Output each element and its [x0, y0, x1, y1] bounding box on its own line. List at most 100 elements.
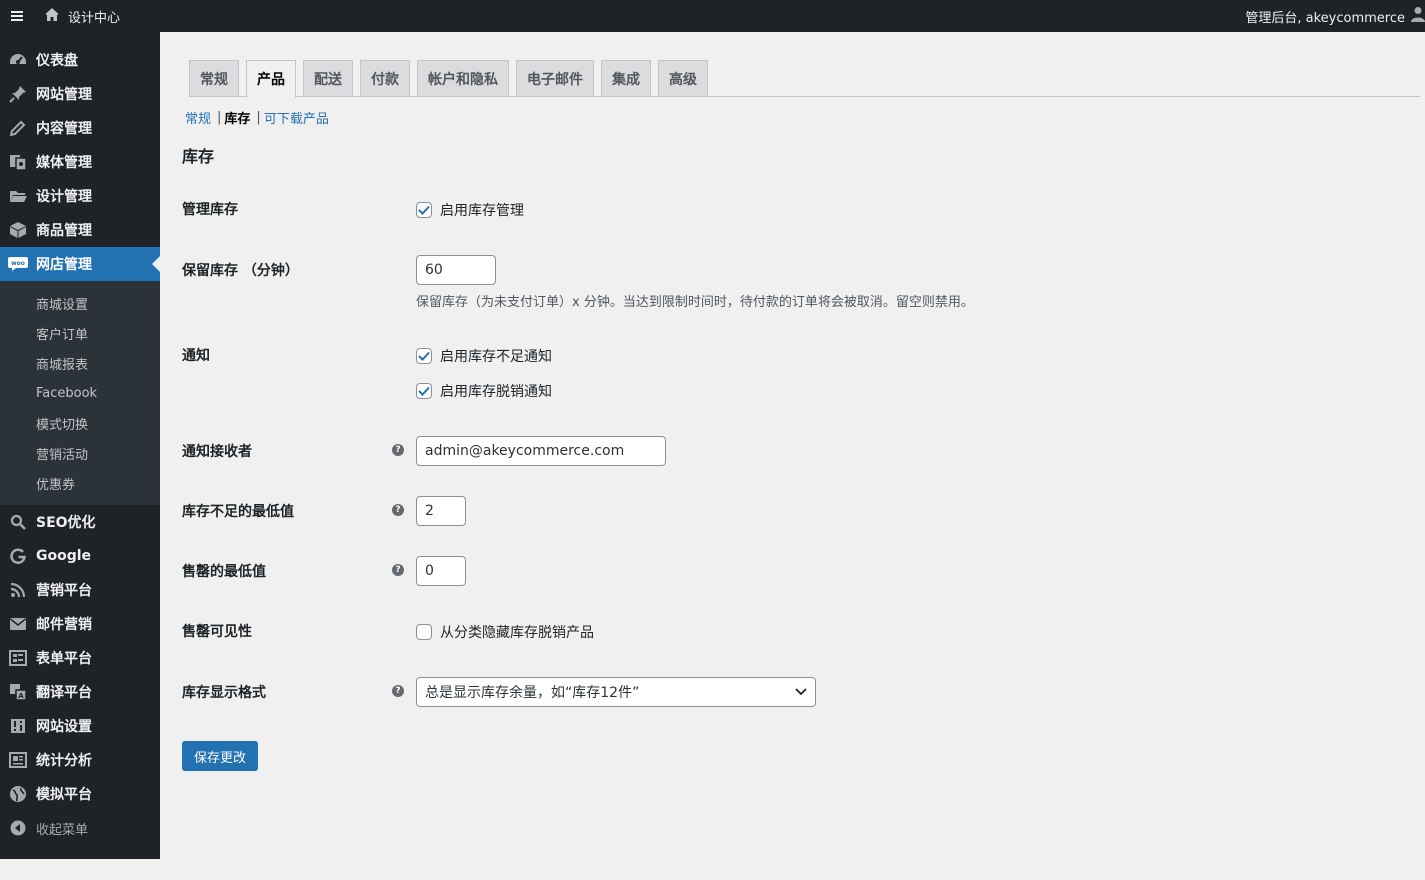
section-subnav: 常规 | 库存 | 可下载产品	[185, 108, 329, 127]
translate-icon: A	[0, 675, 36, 709]
subnav-separator: |	[217, 110, 222, 125]
subnav-general-link[interactable]: 常规	[185, 108, 211, 127]
svg-text:A: A	[18, 692, 24, 700]
sidebar-item-label: 网站设置	[36, 719, 92, 735]
sidebar-item-email-marketing[interactable]: 邮件营销	[0, 607, 160, 641]
checkbox-checked-icon[interactable]	[416, 348, 432, 364]
sidebar-item-label: Google	[36, 548, 92, 564]
sidebar-item-label: 统计分析	[36, 753, 92, 769]
sidebar-item-label: 表单平台	[36, 651, 92, 667]
sidebar-item-label: 内容管理	[36, 121, 92, 137]
out-of-stock-notification-checkbox[interactable]: 启用库存脱销通知	[416, 381, 552, 401]
sidebar-item-dashboard[interactable]: 仪表盘	[0, 43, 160, 77]
site-name: 设计中心	[68, 10, 121, 26]
sidebar-item-site[interactable]: 网站管理	[0, 77, 160, 111]
settings-icon	[0, 709, 36, 743]
help-icon[interactable]: ?	[392, 685, 404, 697]
checkbox-checked-icon[interactable]	[416, 383, 432, 399]
tab-integration[interactable]: 集成	[601, 60, 651, 97]
sidebar-item-analytics[interactable]: 统计分析	[0, 743, 160, 777]
submenu-item-reports[interactable]: 商城报表	[0, 348, 160, 378]
user-icon	[1411, 6, 1425, 26]
sidebar-item-google[interactable]: Google	[0, 539, 160, 573]
hamburger-menu-icon[interactable]	[0, 0, 34, 32]
notification-recipient-label: 通知接收者	[182, 444, 252, 460]
media-icon	[0, 145, 36, 179]
submenu-item-mode-switch[interactable]: 模式切换	[0, 408, 160, 438]
sidebar-item-design[interactable]: 设计管理	[0, 179, 160, 213]
help-icon[interactable]: ?	[392, 444, 404, 456]
pin-icon	[0, 77, 36, 111]
sidebar-item-label: 邮件营销	[36, 617, 92, 633]
tab-products[interactable]: 产品	[246, 60, 296, 98]
help-icon[interactable]: ?	[392, 564, 404, 576]
sidebar-item-shop[interactable]: woo 网店管理	[0, 247, 160, 281]
sidebar-item-label: 媒体管理	[36, 155, 92, 171]
site-home-link[interactable]: 设计中心	[34, 0, 126, 32]
section-title: 库存	[182, 147, 215, 166]
sidebar-item-label: 模拟平台	[36, 787, 92, 803]
sidebar-item-marketing-platform[interactable]: 营销平台	[0, 573, 160, 607]
out-of-stock-threshold-input[interactable]: 0	[416, 556, 466, 586]
sidebar-item-label: 设计管理	[36, 189, 92, 205]
low-stock-notification-checkbox[interactable]: 启用库存不足通知	[416, 346, 552, 366]
checkbox-checked-icon[interactable]	[416, 202, 432, 218]
sidebar-item-label: 营销平台	[36, 583, 92, 599]
tab-emails[interactable]: 电子邮件	[516, 60, 594, 97]
sidebar-item-seo[interactable]: SEO优化	[0, 505, 160, 539]
stock-display-format-value: 总是显示库存余量，如“库存12件”	[425, 685, 640, 701]
checkbox-unchecked-icon[interactable]	[416, 624, 432, 640]
chevron-down-icon	[795, 684, 807, 700]
tab-payments[interactable]: 付款	[360, 60, 410, 97]
submenu-item-marketing[interactable]: 营销活动	[0, 438, 160, 468]
stock-display-format-select[interactable]: 总是显示库存余量，如“库存12件”	[416, 677, 816, 707]
notification-recipient-input[interactable]: admin@akeycommerce.com	[416, 436, 666, 466]
pencil-icon	[0, 111, 36, 145]
out-of-stock-visibility-label: 售罄可见性	[182, 624, 252, 640]
submenu-item-orders[interactable]: 客户订单	[0, 318, 160, 348]
collapse-menu-button[interactable]: 收起菜单	[0, 811, 160, 845]
tab-general[interactable]: 常规	[189, 60, 239, 97]
settings-tabs: 常规 产品 配送 付款 帐户和隐私 电子邮件 集成 高级	[189, 60, 715, 98]
notifications-label: 通知	[182, 348, 210, 364]
help-icon[interactable]: ?	[392, 504, 404, 516]
tab-accounts-privacy[interactable]: 帐户和隐私	[417, 60, 509, 97]
manage-stock-checkbox[interactable]: 启用库存管理	[416, 200, 524, 220]
home-icon	[44, 7, 60, 26]
sidebar-item-site-settings[interactable]: 网站设置	[0, 709, 160, 743]
rss-icon	[0, 573, 36, 607]
low-stock-threshold-input[interactable]: 2	[416, 496, 466, 526]
sidebar-item-translate[interactable]: A 翻译平台	[0, 675, 160, 709]
mail-icon	[0, 607, 36, 641]
sidebar-item-label: SEO优化	[36, 515, 96, 531]
tab-shipping[interactable]: 配送	[303, 60, 353, 97]
admin-sidebar: 仪表盘 网站管理 内容管理 媒体管理 设计管理 商品管理 woo 网店管理 商城…	[0, 32, 160, 859]
sidebar-item-simulation[interactable]: 模拟平台	[0, 777, 160, 811]
hold-stock-input[interactable]: 60	[416, 255, 496, 285]
form-icon	[0, 641, 36, 675]
google-icon	[0, 539, 36, 573]
manage-stock-label: 管理库存	[182, 202, 238, 218]
sidebar-item-label: 网站管理	[36, 87, 92, 103]
out-of-stock-threshold-label: 售罄的最低值	[182, 564, 266, 580]
manage-stock-checkbox-label: 启用库存管理	[440, 203, 524, 219]
sidebar-item-label: 网店管理	[36, 257, 92, 273]
submenu-item-facebook[interactable]: Facebook	[0, 378, 160, 408]
sidebar-item-label: 商品管理	[36, 223, 92, 239]
submenu-item-coupons[interactable]: 优惠券	[0, 468, 160, 498]
stock-display-format-label: 库存显示格式	[182, 685, 266, 701]
save-changes-button[interactable]: 保存更改	[182, 741, 259, 771]
sidebar-item-media[interactable]: 媒体管理	[0, 145, 160, 179]
globe-icon	[0, 777, 36, 811]
tab-advanced[interactable]: 高级	[658, 60, 708, 97]
shop-submenu: 商城设置 客户订单 商城报表 Facebook 模式切换 营销活动 优惠券	[0, 281, 160, 505]
svg-text:woo: woo	[11, 260, 25, 267]
sidebar-item-products[interactable]: 商品管理	[0, 213, 160, 247]
subnav-inventory-current: 库存	[224, 112, 251, 127]
hide-out-of-stock-checkbox[interactable]: 从分类隐藏库存脱销产品	[416, 622, 594, 642]
account-menu[interactable]: 管理后台, akeycommerce	[1245, 0, 1425, 32]
submenu-item-shop-settings[interactable]: 商城设置	[0, 288, 160, 318]
sidebar-item-content[interactable]: 内容管理	[0, 111, 160, 145]
sidebar-item-forms[interactable]: 表单平台	[0, 641, 160, 675]
subnav-downloadable-link[interactable]: 可下载产品	[264, 108, 329, 127]
